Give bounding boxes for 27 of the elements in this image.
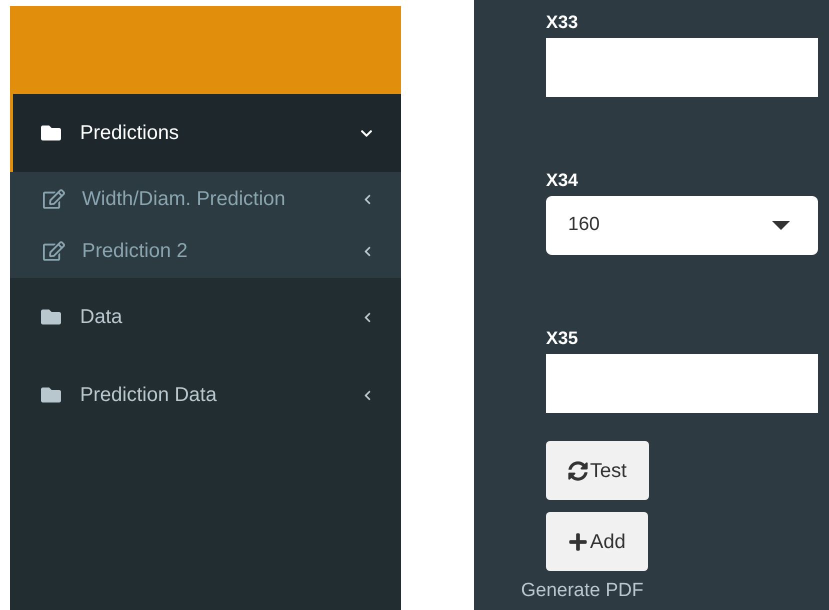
submenu-item[interactable]: Prediction 2	[10, 225, 401, 277]
test-button[interactable]: Test	[546, 441, 649, 500]
plus-icon	[568, 532, 588, 552]
select-field[interactable]: 160	[546, 196, 818, 255]
item-label: Data	[80, 305, 124, 330]
field-label: X33	[546, 12, 580, 32]
folder-icon	[39, 123, 63, 143]
item-label: Width/Diam. Prediction	[82, 187, 286, 212]
folder-icon	[39, 385, 63, 405]
add-button[interactable]: Add	[546, 512, 648, 571]
input-field[interactable]	[546, 354, 818, 413]
item-label: Prediction Data	[80, 383, 218, 408]
field-label: X35	[546, 328, 580, 348]
item-label: Predictions	[80, 121, 180, 146]
sidebar-item[interactable]: Data	[10, 278, 401, 356]
caret-down-icon	[772, 221, 790, 230]
edit-icon	[43, 240, 65, 262]
input-field[interactable]	[546, 38, 818, 97]
refresh-icon	[568, 460, 588, 480]
folder-icon	[39, 307, 63, 327]
sidebar-item[interactable]: Predictions	[10, 94, 401, 172]
edit-icon	[43, 188, 65, 210]
item-label: Prediction 2	[82, 239, 189, 264]
sidebar-item[interactable]: Prediction Data	[10, 356, 401, 434]
submenu-item[interactable]: Width/Diam. Prediction	[10, 173, 401, 225]
field-label: X34	[546, 170, 580, 190]
generate-pdf-link[interactable]: Generate PDF	[521, 581, 829, 601]
